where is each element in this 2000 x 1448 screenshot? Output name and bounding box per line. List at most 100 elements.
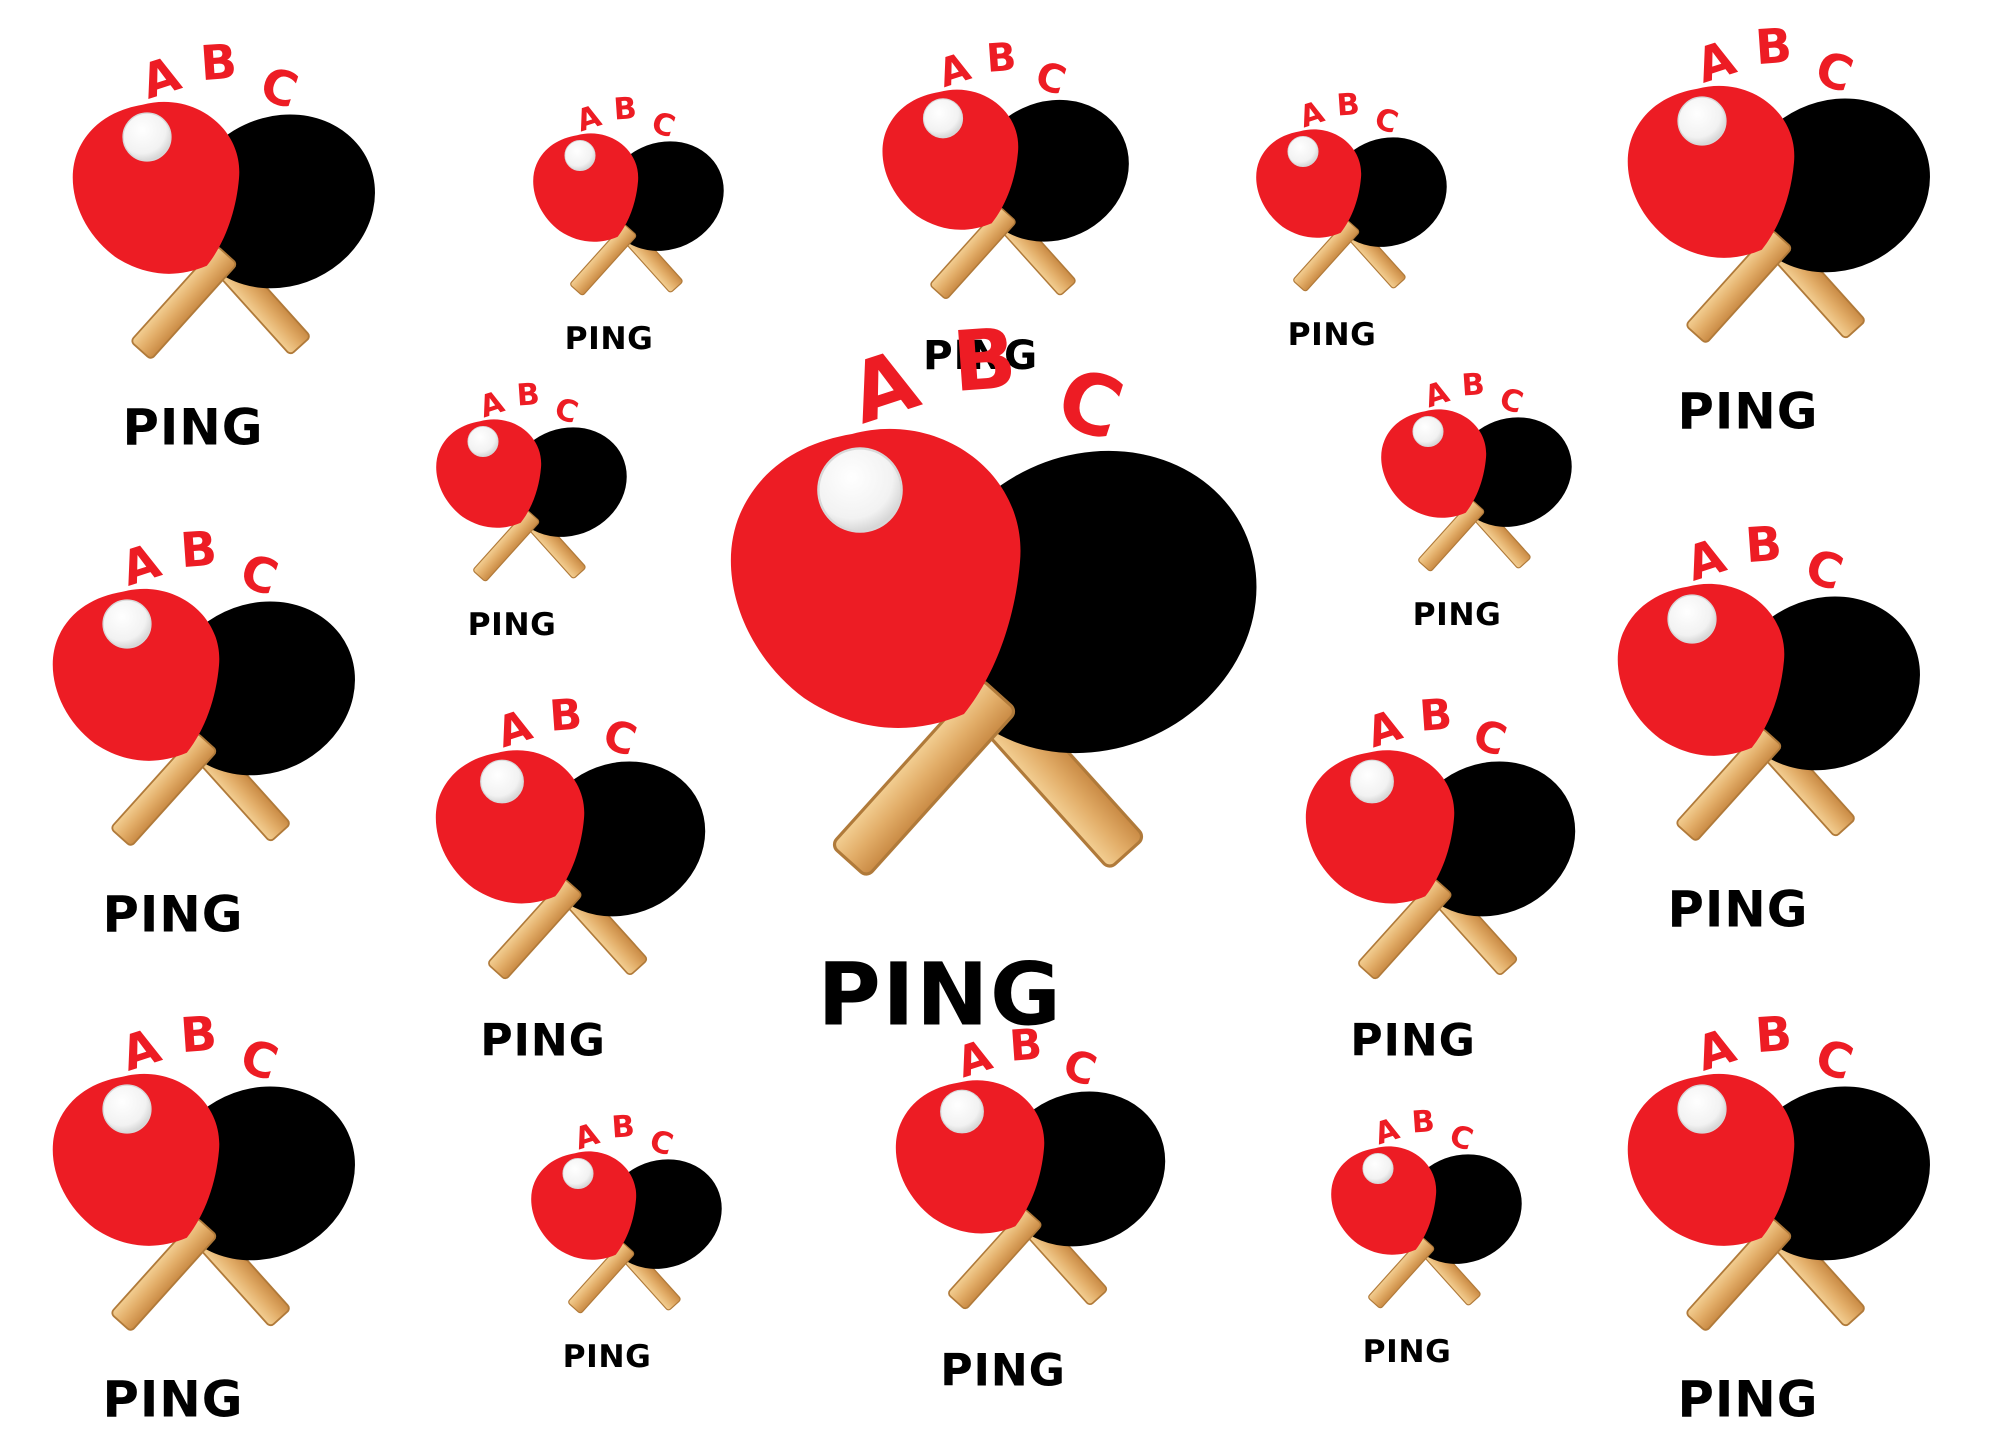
logo-caption: PING <box>102 885 244 944</box>
logo-caption: PING <box>1677 1370 1819 1429</box>
letter-c: C <box>1809 1029 1859 1092</box>
ping-pong-ball-icon <box>1362 1152 1394 1185</box>
letter-c: C <box>647 105 679 145</box>
logo-caption: PING <box>1667 880 1809 939</box>
letter-b: B <box>1753 1007 1793 1064</box>
ping-pong-ball-icon <box>562 1157 594 1190</box>
ping-logo: A B C PING <box>1600 517 1931 939</box>
ping-pong-ball-icon <box>1677 96 1727 146</box>
crossed-paddles-icon: A B C <box>730 310 1257 876</box>
letter-a: A <box>1690 1019 1742 1083</box>
letter-b: B <box>1753 19 1793 76</box>
letter-b: B <box>178 522 218 579</box>
logo-caption: PING <box>1677 382 1819 441</box>
letter-b: B <box>1008 1020 1044 1072</box>
ping-logo: A B C PING <box>520 1109 729 1375</box>
letter-c: C <box>1370 101 1402 141</box>
ping-pong-ball-icon <box>102 1084 152 1134</box>
logo-caption: PING <box>1362 1333 1452 1370</box>
crossed-paddles-icon: A B C <box>436 377 627 582</box>
ping-logo: A B C PING <box>35 1007 366 1429</box>
ping-logo: A B C PING <box>35 522 366 944</box>
ping-pong-ball-icon <box>467 425 499 458</box>
ping-logo: A B C PING <box>55 35 386 457</box>
crossed-paddles-icon: A B C <box>52 1007 355 1331</box>
ping-logo: A B C PING <box>1245 87 1454 353</box>
logo-caption: PING <box>122 398 264 457</box>
logo-caption: PING <box>562 1338 652 1375</box>
letter-b: B <box>178 1007 218 1064</box>
ping-logo: A B C PING <box>880 1020 1175 1397</box>
letter-a: A <box>572 98 606 139</box>
letter-b: B <box>949 310 1019 411</box>
letter-a: A <box>1370 1111 1404 1152</box>
crossed-paddles-icon: A B C <box>1305 690 1576 980</box>
letter-c: C <box>645 1123 677 1163</box>
letter-c: C <box>1809 41 1859 104</box>
ping-logo: A B C PING <box>1610 19 1941 441</box>
letter-c: C <box>1030 53 1071 105</box>
ping-pong-ball-icon <box>1287 135 1319 168</box>
letter-b: B <box>1335 87 1360 124</box>
letter-c: C <box>1057 1040 1102 1097</box>
ping-pong-ball-icon <box>1350 759 1394 804</box>
ping-pong-ball-icon <box>922 98 964 139</box>
letter-a: A <box>570 1116 604 1157</box>
crossed-paddles-icon: A B C <box>531 1109 722 1314</box>
letter-b: B <box>985 35 1018 82</box>
letter-c: C <box>254 57 304 120</box>
ping-pong-ball-icon <box>1677 1084 1727 1134</box>
ping-pong-ball-icon <box>940 1089 984 1134</box>
letter-c: C <box>234 1029 284 1092</box>
letter-b: B <box>515 377 540 414</box>
ping-pong-ball-icon <box>122 112 172 162</box>
letter-c: C <box>550 391 582 431</box>
letter-a: A <box>1361 700 1408 758</box>
crossed-paddles-icon: A B C <box>1256 87 1447 292</box>
letter-c: C <box>1495 381 1527 421</box>
letter-b: B <box>612 91 637 128</box>
ping-logo: A B C PING <box>425 377 634 643</box>
ping-pong-ball-icon <box>564 139 596 172</box>
letter-a: A <box>1295 94 1329 135</box>
ping-pong-ball-icon <box>1412 415 1444 448</box>
logo-caption: PING <box>1350 1014 1476 1067</box>
letter-a: A <box>1420 374 1454 415</box>
crossed-paddles-icon: A B C <box>1331 1104 1522 1309</box>
logo-caption: PING <box>102 1370 244 1429</box>
letter-b: B <box>548 690 584 742</box>
logo-caption: PING <box>940 1344 1066 1397</box>
crossed-paddles-icon: A B C <box>435 690 706 980</box>
logo-caption: PING <box>1287 316 1377 353</box>
letter-a: A <box>135 47 187 111</box>
letter-a: A <box>1680 529 1732 593</box>
logo-caption: PING <box>1412 596 1502 633</box>
crossed-paddles-icon: A B C <box>533 91 724 296</box>
logo-caption: PING <box>467 606 557 643</box>
letter-a: A <box>1690 31 1742 95</box>
crossed-paddles-icon: A B C <box>895 1020 1166 1310</box>
logo-caption: PING <box>817 944 1063 1046</box>
letter-a: A <box>475 384 509 425</box>
ping-logo: A B C PING <box>1290 690 1585 1067</box>
letter-b: B <box>1410 1104 1435 1141</box>
ping-logo: A B C PING <box>1610 1007 1941 1429</box>
ping-logo: A B C PING <box>700 310 1276 1046</box>
ping-pong-ball-icon <box>102 599 152 649</box>
letter-b: B <box>610 1109 635 1146</box>
letter-c: C <box>597 710 642 767</box>
letter-a: A <box>491 700 538 758</box>
ping-pattern-canvas: A B C PING A B C PING A B C PING A B C P… <box>0 0 2000 1448</box>
letter-b: B <box>1460 367 1485 404</box>
logo-caption: PING <box>480 1014 606 1067</box>
crossed-paddles-icon: A B C <box>72 35 375 359</box>
letter-c: C <box>1445 1118 1477 1158</box>
letter-c: C <box>1799 539 1849 602</box>
crossed-paddles-icon: A B C <box>1627 1007 1930 1331</box>
letter-b: B <box>1743 517 1783 574</box>
letter-c: C <box>234 544 284 607</box>
crossed-paddles-icon: A B C <box>1617 517 1920 841</box>
crossed-paddles-icon: A B C <box>1381 367 1572 572</box>
crossed-paddles-icon: A B C <box>52 522 355 846</box>
letter-a: A <box>933 45 976 97</box>
